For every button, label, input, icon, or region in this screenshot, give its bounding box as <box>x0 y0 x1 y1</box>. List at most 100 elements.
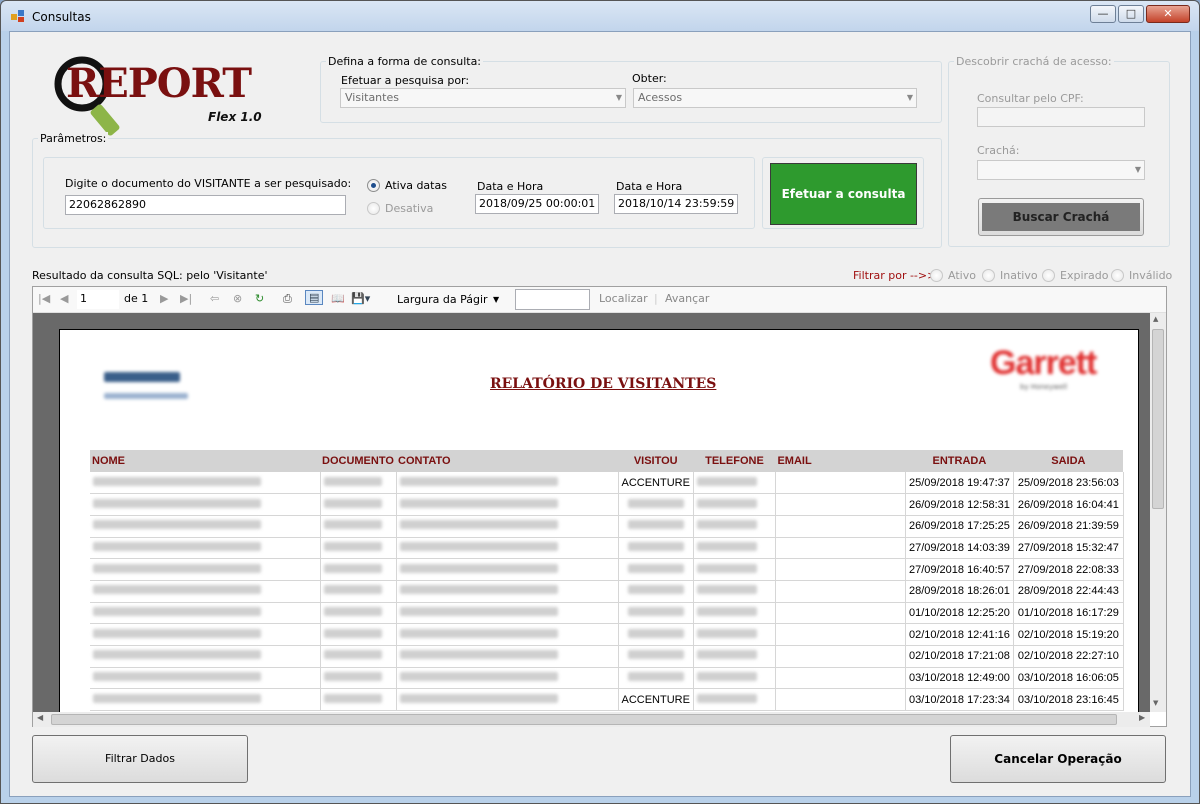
cell-saida: 03/10/2018 16:06:05 <box>1013 667 1124 690</box>
scroll-down-icon[interactable]: ▼ <box>1153 699 1158 707</box>
cpf-label: Consultar pelo CPF: <box>977 92 1084 105</box>
redacted-text <box>399 672 558 682</box>
vertical-scroll-thumb[interactable] <box>1152 329 1164 509</box>
redacted-text <box>323 628 382 638</box>
redacted-text <box>627 498 684 508</box>
filtrar-dados-button[interactable]: Filtrar Dados <box>32 735 248 783</box>
obter-value: Acessos <box>638 91 683 104</box>
cell-saida: 28/09/2018 22:44:43 <box>1013 580 1124 603</box>
filtro-ativo-radio[interactable] <box>930 269 943 282</box>
cell-visitou <box>618 667 694 690</box>
redacted-text <box>627 520 684 530</box>
cell-entrada: 28/09/2018 18:26:01 <box>905 580 1014 603</box>
close-button[interactable]: ✕ <box>1146 5 1190 23</box>
scroll-up-icon[interactable]: ▲ <box>1153 315 1158 323</box>
cell-email <box>775 580 906 603</box>
garrett-logo-word: Garrett <box>990 344 1097 382</box>
horizontal-scroll-thumb[interactable] <box>51 714 1117 725</box>
data-inicio-label: Data e Hora <box>477 180 544 193</box>
column-header: CONTATO <box>396 450 618 472</box>
redacted-text <box>323 650 382 660</box>
print-layout-icon[interactable]: ▤ <box>305 290 324 305</box>
maximize-button[interactable]: □ <box>1118 5 1144 23</box>
zoom-value: Largura da Págir <box>397 293 488 306</box>
buscar-cracha-button[interactable]: Buscar Crachá <box>978 198 1144 236</box>
next-page-icon[interactable]: ▶ <box>160 292 168 305</box>
obter-combo[interactable]: Acessos ▼ <box>633 88 917 108</box>
column-header: SAIDA <box>1013 450 1124 472</box>
zoom-combo[interactable]: Largura da Págir ▼ <box>389 291 507 309</box>
documento-input[interactable]: 22062862890 <box>65 195 346 215</box>
back-icon[interactable]: ⇦ <box>210 292 219 305</box>
redacted-text <box>696 476 757 486</box>
horizontal-scrollbar[interactable]: ◀ ▶ <box>33 712 1150 727</box>
table-header-row: NOME DOCUMENTO CONTATO VISITOU TELEFONE EMAIL… <box>90 450 1124 472</box>
filtro-invalido-radio[interactable] <box>1111 269 1124 282</box>
cell-redacted <box>90 537 321 560</box>
chevron-down-icon: ▼ <box>493 295 500 304</box>
print-icon[interactable]: ⎙ <box>283 292 292 306</box>
cracha-combo[interactable]: ▼ <box>977 160 1145 180</box>
cpf-input[interactable] <box>977 107 1145 127</box>
refresh-icon[interactable]: ↻ <box>255 292 264 305</box>
cell-redacted <box>320 558 397 581</box>
ativa-datas-radio[interactable] <box>367 179 380 192</box>
first-page-icon[interactable]: |◀ <box>38 292 50 305</box>
cell-entrada: 27/09/2018 14:03:39 <box>905 537 1014 560</box>
data-inicio-input[interactable]: 2018/09/25 00:00:01 <box>475 194 599 214</box>
pesquisa-combo[interactable]: Visitantes ▼ <box>340 88 626 108</box>
desativa-radio[interactable] <box>367 202 380 215</box>
find-link[interactable]: Localizar <box>599 292 648 305</box>
efetuar-consulta-button[interactable]: Efetuar a consulta <box>770 163 917 225</box>
redacted-text <box>399 476 558 486</box>
cell-redacted <box>90 623 321 646</box>
last-page-icon[interactable]: ▶| <box>180 292 192 305</box>
page-number-input[interactable]: 1 <box>77 290 119 309</box>
filtro-inativo-radio[interactable] <box>982 269 995 282</box>
cell-redacted <box>396 645 619 668</box>
cell-saida: 01/10/2018 16:17:29 <box>1013 602 1124 625</box>
table-row: 27/09/2018 14:03:39 27/09/2018 15:32:47 <box>90 537 1124 560</box>
page-setup-icon[interactable]: 📖 <box>331 292 345 305</box>
filtro-expirado-radio[interactable] <box>1042 269 1055 282</box>
vertical-scrollbar[interactable]: ▲ ▼ <box>1150 313 1166 712</box>
cell-redacted <box>90 645 321 668</box>
minimize-button[interactable]: — <box>1090 5 1116 23</box>
next-link[interactable]: Avançar <box>665 292 709 305</box>
prev-page-icon[interactable]: ◀ <box>60 292 68 305</box>
column-header: EMAIL <box>775 450 906 472</box>
stop-icon[interactable]: ⊗ <box>233 292 242 305</box>
cancelar-operacao-button[interactable]: Cancelar Operação <box>950 735 1166 783</box>
cell-redacted <box>396 580 619 603</box>
find-input[interactable] <box>515 289 590 310</box>
app-icon <box>11 10 24 22</box>
filtro-inativo-label: Inativo <box>1000 269 1038 282</box>
visitor-table: NOME DOCUMENTO CONTATO VISITOU TELEFONE EMAIL… <box>90 450 1124 712</box>
redacted-text <box>323 563 382 573</box>
cell-redacted <box>693 515 776 538</box>
scroll-left-icon[interactable]: ◀ <box>37 713 43 722</box>
cell-redacted <box>396 537 619 560</box>
redacted-text <box>93 541 261 551</box>
cell-visitou: ACCENTURE <box>618 688 694 712</box>
scroll-right-icon[interactable]: ▶ <box>1139 713 1145 722</box>
garrett-logo-sub: by Honeywell <box>1020 383 1068 391</box>
cell-redacted <box>396 667 619 690</box>
cell-entrada: 26/09/2018 12:58:31 <box>905 493 1014 516</box>
data-fim-input[interactable]: 2018/10/14 23:59:59 <box>614 194 738 214</box>
cell-redacted <box>693 580 776 603</box>
report-title: RELATÓRIO DE VISITANTES <box>490 376 717 392</box>
logo-word: REPORT <box>66 60 252 107</box>
cell-redacted <box>90 558 321 581</box>
table-row: ACCENTURE 03/10/2018 17:23:34 03/10/2018 2… <box>90 688 1124 712</box>
cell-redacted <box>320 645 397 668</box>
cell-redacted <box>90 602 321 625</box>
export-icon[interactable]: 💾▾ <box>351 292 370 305</box>
documento-label: Digite o documento do VISITANTE a ser pe… <box>65 177 352 190</box>
redacted-text <box>696 563 757 573</box>
cell-redacted <box>693 493 776 516</box>
cell-saida: 02/10/2018 22:27:10 <box>1013 645 1124 668</box>
redacted-text <box>323 476 382 486</box>
redacted-text <box>399 693 558 703</box>
cell-redacted <box>90 688 321 712</box>
